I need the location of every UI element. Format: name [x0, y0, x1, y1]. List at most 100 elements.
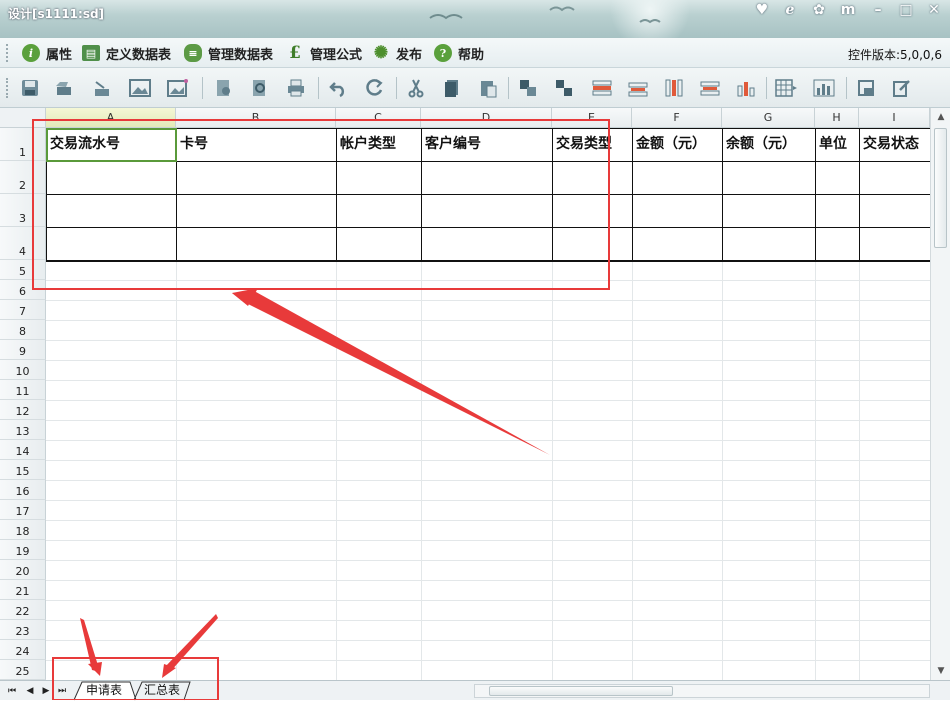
row-header-4[interactable]: 4: [0, 227, 46, 260]
menu-manage-formula[interactable]: £ 管理公式: [286, 43, 362, 63]
vertical-scrollbar[interactable]: ▲ ▼: [930, 108, 950, 680]
row-header-17[interactable]: 17: [0, 500, 46, 520]
spreadsheet-grid[interactable]: A B C D E F G H I 1 2 3 4 5 6 7 8 9 10 11 12 13 14 15 16 17 18 19 20…: [0, 108, 930, 680]
menu-help[interactable]: ? 帮助: [434, 43, 484, 63]
undo-icon[interactable]: [326, 76, 350, 100]
next-sheet-icon[interactable]: ▶: [40, 684, 52, 698]
close-icon[interactable]: ✕: [922, 1, 946, 19]
row-header-14[interactable]: 14: [0, 440, 46, 460]
row-header-3[interactable]: 3: [0, 194, 46, 227]
column-chart-icon[interactable]: [734, 76, 758, 100]
insert-image-icon[interactable]: [128, 76, 152, 100]
table-header-cell[interactable]: 客户编号: [421, 128, 552, 160]
row-header-10[interactable]: 10: [0, 360, 46, 380]
scroll-down-arrow-icon[interactable]: ▼: [935, 665, 947, 677]
column-header-g[interactable]: G: [722, 108, 815, 128]
sheet-tab-summary[interactable]: 汇总表: [138, 681, 186, 700]
copy-icon[interactable]: [440, 76, 464, 100]
row-header-21[interactable]: 21: [0, 580, 46, 600]
open-icon[interactable]: [52, 76, 76, 100]
maximize-icon[interactable]: □: [894, 1, 918, 19]
paste-icon[interactable]: [476, 76, 500, 100]
row-header-19[interactable]: 19: [0, 540, 46, 560]
row-header-8[interactable]: 8: [0, 320, 46, 340]
row-header-22[interactable]: 22: [0, 600, 46, 620]
table-header-cell[interactable]: 金额（元）: [632, 128, 722, 160]
row-header-2[interactable]: 2: [0, 161, 46, 194]
row-header-13[interactable]: 13: [0, 420, 46, 440]
minimize-icon[interactable]: –: [866, 1, 890, 19]
settings-gear-icon[interactable]: ✿: [807, 1, 831, 19]
menu-define-table[interactable]: ▤ 定义数据表: [82, 43, 171, 63]
grid-line: [46, 300, 930, 301]
scroll-up-arrow-icon[interactable]: ▲: [935, 111, 947, 123]
column-header-d[interactable]: D: [421, 108, 552, 128]
column-header-e[interactable]: E: [552, 108, 632, 128]
last-sheet-icon[interactable]: ⏭: [56, 684, 68, 698]
row-header-23[interactable]: 23: [0, 620, 46, 640]
table-header-cell[interactable]: 单位: [815, 128, 859, 160]
sheet-tab-apply[interactable]: 申请表: [80, 681, 128, 700]
select-all-corner[interactable]: [0, 108, 46, 128]
cut-icon[interactable]: [404, 76, 428, 100]
insert-column-icon[interactable]: [662, 76, 686, 100]
vertical-scroll-thumb[interactable]: [934, 128, 947, 248]
row-header-16[interactable]: 16: [0, 480, 46, 500]
split-cells-icon[interactable]: [552, 76, 576, 100]
column-header-b[interactable]: B: [176, 108, 336, 128]
print-icon[interactable]: [284, 76, 308, 100]
menu-manage-table[interactable]: ≡ 管理数据表: [184, 43, 273, 63]
grid-line: [46, 420, 930, 421]
table-header-cell[interactable]: 卡号: [176, 128, 336, 160]
merge-cells-icon[interactable]: [516, 76, 540, 100]
table-icon[interactable]: [774, 76, 798, 100]
row-header-5[interactable]: 5: [0, 260, 46, 280]
column-header-i[interactable]: I: [859, 108, 930, 128]
row-header-15[interactable]: 15: [0, 460, 46, 480]
insert-picture-icon[interactable]: [166, 76, 190, 100]
row-header-6[interactable]: 6: [0, 280, 46, 300]
horizontal-scrollbar[interactable]: [474, 684, 930, 698]
lock-icon[interactable]: [854, 76, 878, 100]
row-header-18[interactable]: 18: [0, 520, 46, 540]
row-header-9[interactable]: 9: [0, 340, 46, 360]
window-title: 设计[s1111:sd]: [8, 7, 105, 21]
settings-doc-icon[interactable]: [212, 76, 236, 100]
row-header-11[interactable]: 11: [0, 380, 46, 400]
delete-row-icon[interactable]: [626, 76, 650, 100]
selected-cell-a1[interactable]: [46, 128, 177, 162]
column-header-f[interactable]: F: [632, 108, 722, 128]
column-header-h[interactable]: H: [815, 108, 859, 128]
first-sheet-icon[interactable]: ⏮: [6, 684, 18, 698]
menu-publish[interactable]: ✺ 发布: [372, 43, 422, 63]
row-header-1[interactable]: 1: [0, 128, 46, 161]
preview-icon[interactable]: [248, 76, 272, 100]
delete-column-icon[interactable]: [698, 76, 722, 100]
row-header-7[interactable]: 7: [0, 300, 46, 320]
control-version: 控件版本:5,0,0,6: [847, 48, 942, 62]
ie-browser-icon[interactable]: e: [778, 1, 802, 19]
grid-line: [46, 600, 930, 601]
redo-icon[interactable]: [362, 76, 386, 100]
row-header-24[interactable]: 24: [0, 640, 46, 660]
table-header-cell[interactable]: 余额（元）: [722, 128, 815, 160]
table-header-cell[interactable]: 交易状态: [859, 128, 930, 160]
menu-properties[interactable]: i 属性: [22, 43, 72, 63]
save-icon[interactable]: [18, 76, 42, 100]
title-bar: 设计[s1111:sd] ♥ e ✿ m – □ ✕: [0, 0, 950, 38]
prev-sheet-icon[interactable]: ◀: [24, 684, 36, 698]
favorite-heart-icon[interactable]: ♥: [750, 1, 774, 19]
horizontal-scroll-thumb[interactable]: [489, 686, 673, 696]
column-header-a[interactable]: A: [46, 108, 176, 128]
edit-icon[interactable]: [890, 76, 914, 100]
skin-icon[interactable]: m: [836, 1, 860, 19]
import-icon[interactable]: [90, 76, 114, 100]
table-header-cell[interactable]: 交易类型: [552, 128, 632, 160]
table-header-cell[interactable]: 帐户类型: [336, 128, 421, 160]
insert-row-icon[interactable]: [590, 76, 614, 100]
row-header-20[interactable]: 20: [0, 560, 46, 580]
row-header-12[interactable]: 12: [0, 400, 46, 420]
row-header-25[interactable]: 25: [0, 660, 46, 680]
bar-chart-icon[interactable]: [812, 76, 836, 100]
column-header-c[interactable]: C: [336, 108, 421, 128]
